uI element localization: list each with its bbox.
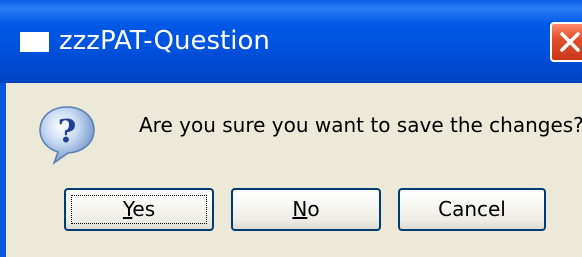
yes-button[interactable]: Yes	[64, 188, 214, 231]
dialog-message: Are you sure you want to save the change…	[139, 113, 582, 137]
window-title: zzzPAT-Question	[59, 26, 270, 56]
svg-text:?: ?	[58, 112, 77, 150]
no-button[interactable]: No	[231, 188, 381, 231]
question-icon: ?	[39, 106, 95, 165]
title-bar[interactable]: zzzPAT-Question	[0, 0, 582, 83]
close-button[interactable]	[550, 22, 582, 62]
close-icon	[560, 32, 580, 52]
window-border	[0, 83, 6, 257]
yes-button-label: Yes	[122, 197, 156, 221]
cancel-button-label: Cancel	[438, 197, 506, 221]
no-button-label: No	[292, 197, 320, 221]
cancel-button[interactable]: Cancel	[398, 188, 546, 231]
dialog-window: zzzPAT-Question ? Are you sure you want …	[0, 0, 582, 257]
window-icon	[20, 32, 49, 52]
